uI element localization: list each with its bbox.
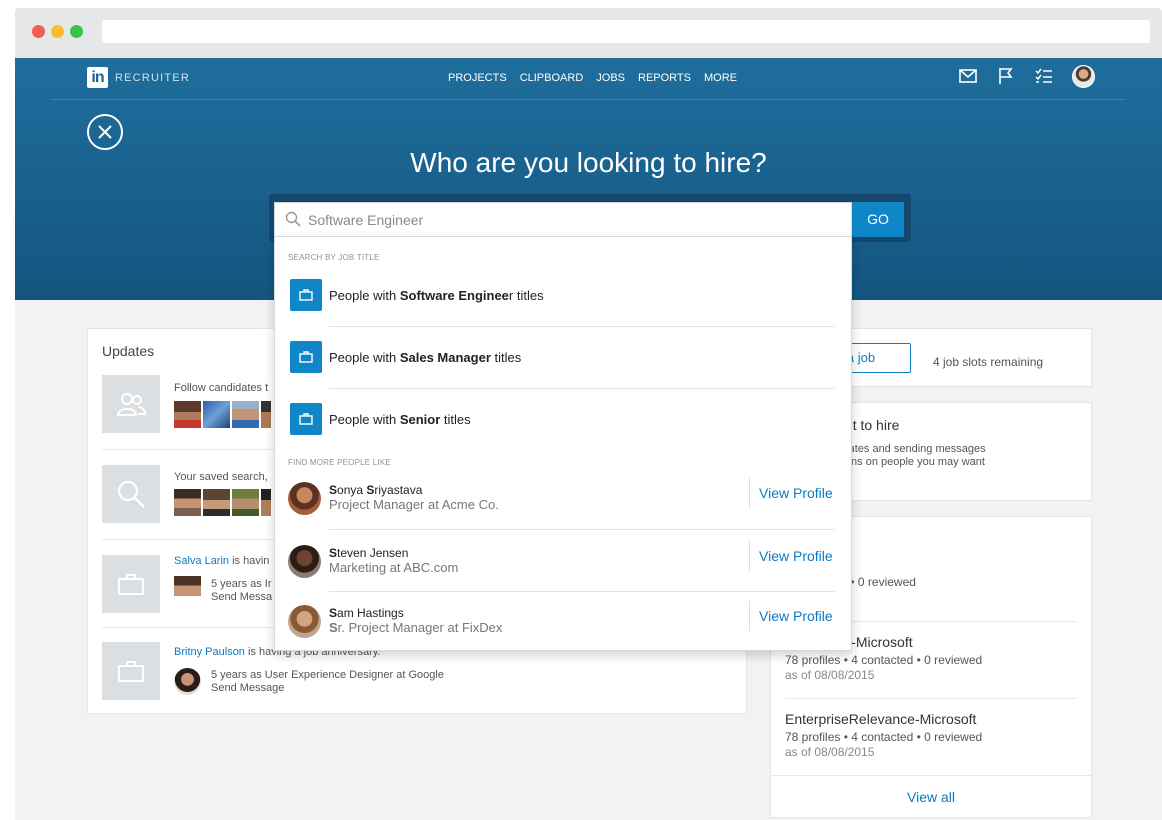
search-icon	[102, 465, 160, 523]
nav-jobs[interactable]: JOBS	[596, 72, 625, 84]
candidate-link[interactable]: Britny Paulson	[174, 646, 245, 658]
send-message-link[interactable]: Send Message	[211, 682, 284, 695]
section-label-job-title: SEARCH BY JOB TITLE	[288, 253, 380, 262]
candidate-thumbs	[174, 401, 271, 428]
nav-reports[interactable]: REPORTS	[638, 72, 691, 84]
search-suggestions-dropdown: SEARCH BY JOB TITLE People with Software…	[274, 236, 852, 651]
suggestion-job-title[interactable]: People with Software Engineer titles	[275, 265, 853, 327]
minimize-window-dot[interactable]	[51, 25, 64, 38]
candidate-photo[interactable]	[261, 489, 271, 516]
nav-projects[interactable]: PROJECTS	[448, 72, 507, 84]
person-title: Marketing at ABC.com	[329, 560, 459, 575]
candidate-thumbs	[174, 489, 271, 516]
candidate-photo[interactable]	[232, 489, 259, 516]
briefcase-icon	[102, 555, 160, 613]
project-date: as of 08/08/2015	[785, 668, 875, 682]
linkedin-logo[interactable]: in	[87, 67, 108, 88]
address-bar[interactable]	[102, 20, 1150, 43]
top-navigation: in RECRUITER PROJECTS CLIPBOARD JOBS REP…	[52, 58, 1125, 100]
nav-more[interactable]: MORE	[704, 72, 737, 84]
suggestion-label: People with Sales Manager titles	[329, 350, 522, 365]
close-search-button[interactable]	[87, 114, 123, 150]
person-avatar	[288, 482, 321, 515]
project-stats: 78 profiles • 4 contacted • 0 reviewed	[785, 730, 983, 744]
candidate-photo[interactable]	[203, 401, 230, 428]
suggestion-job-title[interactable]: People with Sales Manager titles	[275, 327, 853, 389]
maximize-window-dot[interactable]	[70, 25, 83, 38]
update-text: Salva Larin is havin	[174, 555, 269, 567]
job-detail: 5 years as User Experience Designer at G…	[211, 669, 444, 681]
suggestion-label: People with Software Engineer titles	[329, 288, 544, 303]
go-button[interactable]: GO	[852, 202, 904, 237]
suggestion-person[interactable]: Steven Jensen Marketing at ABC.com View …	[275, 531, 853, 593]
search-box	[274, 202, 852, 237]
candidate-photo[interactable]	[232, 401, 259, 428]
view-all-link[interactable]: View all	[771, 775, 1091, 817]
person-name: Sam Hastings	[329, 606, 404, 620]
update-message: is havin	[229, 555, 270, 567]
candidate-photo[interactable]	[203, 489, 230, 516]
person-title: Sr. Project Manager at FixDex	[329, 620, 503, 635]
briefcase-icon	[290, 341, 322, 373]
update-text: Your saved search,	[174, 471, 268, 483]
person-name: Steven Jensen	[329, 546, 409, 560]
recruiter-app: in RECRUITER PROJECTS CLIPBOARD JOBS REP…	[15, 58, 1162, 820]
job-slots-text: 4 job slots remaining	[933, 355, 1044, 369]
suggestion-job-title[interactable]: People with Senior titles	[275, 389, 853, 451]
project-name[interactable]: EnterpriseRelevance-Microsoft	[785, 711, 1077, 727]
people-icon	[102, 375, 160, 433]
person-avatar	[288, 545, 321, 578]
person-avatar	[288, 605, 321, 638]
job-detail: 5 years as Ir	[211, 578, 272, 590]
search-input[interactable]	[308, 208, 838, 232]
section-label-people: FIND MORE PEOPLE LIKE	[288, 458, 391, 467]
candidate-photo[interactable]	[261, 401, 271, 428]
main-menu: PROJECTS CLIPBOARD JOBS REPORTS MORE	[448, 72, 737, 84]
divider	[329, 529, 835, 530]
candidate-photo[interactable]	[174, 401, 201, 428]
updates-heading: Updates	[102, 343, 155, 359]
suggestion-person[interactable]: Sam Hastings Sr. Project Manager at FixD…	[275, 591, 853, 653]
person-title: Project Manager at Acme Co.	[329, 497, 499, 512]
view-profile-button[interactable]: View Profile	[749, 478, 833, 508]
suggestion-label: People with Senior titles	[329, 412, 471, 427]
nav-icons	[958, 64, 1095, 88]
project-stats: 78 profiles • 4 contacted • 0 reviewed	[785, 653, 983, 667]
candidate-photo[interactable]	[174, 489, 201, 516]
briefcase-icon	[290, 403, 322, 435]
view-profile-button[interactable]: View Profile	[749, 541, 833, 571]
close-window-dot[interactable]	[32, 25, 45, 38]
candidate-photo[interactable]	[174, 668, 201, 695]
briefcase-icon	[290, 279, 322, 311]
candidate-photo[interactable]	[174, 576, 201, 603]
search-icon	[285, 211, 301, 227]
project-date: as of 08/08/2015	[785, 745, 875, 759]
person-name: Sonya Sriyastava	[329, 483, 423, 497]
brand-label: RECRUITER	[115, 72, 190, 84]
checklist-icon[interactable]	[1034, 64, 1054, 88]
candidate-link[interactable]: Salva Larin	[174, 555, 229, 567]
update-text: Follow candidates t	[174, 382, 269, 394]
close-icon	[98, 125, 112, 139]
flag-icon[interactable]	[996, 64, 1016, 88]
send-message-link[interactable]: Send Messa	[211, 591, 272, 604]
nav-clipboard[interactable]: CLIPBOARD	[520, 72, 584, 84]
page-title: Who are you looking to hire?	[410, 147, 767, 178]
mail-icon[interactable]	[958, 64, 978, 88]
browser-chrome	[15, 8, 1162, 58]
briefcase-icon	[102, 642, 160, 700]
view-profile-button[interactable]: View Profile	[749, 601, 833, 631]
project-item[interactable]: EnterpriseRelevance-Microsoft 78 profile…	[785, 698, 1077, 759]
user-avatar[interactable]	[1072, 64, 1095, 88]
suggestion-person[interactable]: Sonya Sriyastava Project Manager at Acme…	[275, 468, 853, 530]
